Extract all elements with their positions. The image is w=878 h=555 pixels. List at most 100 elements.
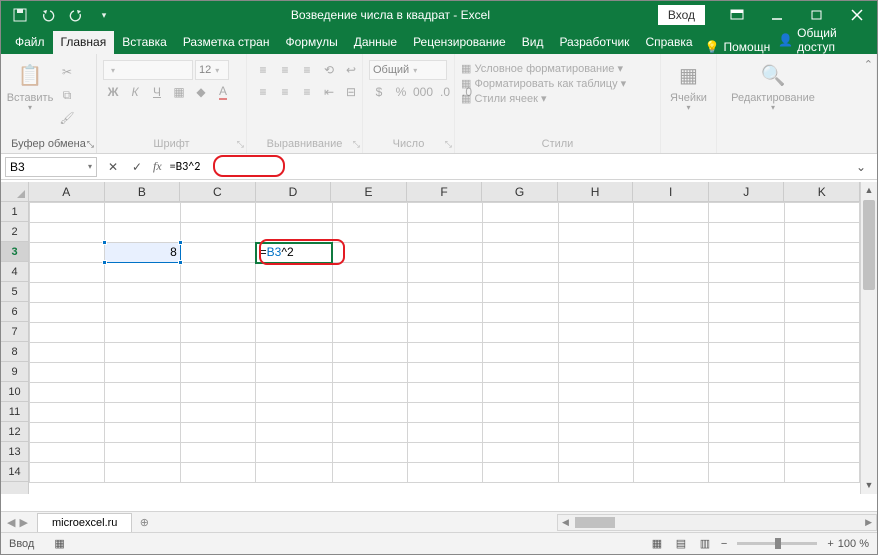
number-format-combo[interactable]: Общий — [369, 60, 447, 80]
col-header[interactable]: B — [105, 182, 181, 201]
bold-button[interactable]: Ж — [103, 82, 123, 102]
row-header[interactable]: 6 — [1, 302, 28, 322]
borders-button[interactable]: ▦ — [169, 82, 189, 102]
sheet-nav[interactable]: ◀▶ — [1, 516, 37, 529]
tab-file[interactable]: Файл — [7, 31, 53, 54]
cell-styles-button[interactable]: ▦ Стили ячеек ▾ — [461, 92, 547, 105]
cell-b3[interactable]: 8 — [105, 243, 181, 263]
row-header[interactable]: 3 — [1, 242, 28, 262]
comma-icon[interactable]: 000 — [413, 82, 433, 102]
currency-icon[interactable]: $ — [369, 82, 389, 102]
vertical-scrollbar[interactable]: ▲▼ — [860, 182, 877, 494]
enter-formula-icon[interactable]: ✓ — [125, 155, 149, 179]
indent-dec-icon[interactable]: ⇤ — [319, 82, 339, 102]
name-box[interactable]: B3 — [5, 157, 97, 177]
tab-home[interactable]: Главная — [53, 31, 115, 54]
tab-insert[interactable]: Вставка — [114, 31, 175, 54]
font-name-combo[interactable] — [103, 60, 193, 80]
tab-formulas[interactable]: Формулы — [277, 31, 345, 54]
zoom-value[interactable]: 100 % — [838, 538, 869, 550]
underline-button[interactable]: Ч — [147, 82, 167, 102]
redo-icon[interactable] — [65, 4, 87, 26]
italic-button[interactable]: К — [125, 82, 145, 102]
tell-me[interactable]: 💡Помощн — [701, 40, 775, 54]
sheet-tab-active[interactable]: microexcel.ru — [37, 513, 132, 533]
row-header[interactable]: 8 — [1, 342, 28, 362]
row-header[interactable]: 11 — [1, 402, 28, 422]
row-header[interactable]: 10 — [1, 382, 28, 402]
normal-view-icon[interactable]: ▦ — [646, 535, 668, 553]
zoom-slider[interactable] — [737, 542, 817, 545]
add-sheet-button[interactable]: ⊕ — [132, 516, 156, 529]
collapse-ribbon-icon[interactable]: ⌃ — [864, 58, 873, 71]
chevron-left-icon[interactable]: ◀ — [7, 516, 15, 529]
cells-area[interactable]: 8 =B3^2 — [29, 202, 860, 494]
select-all-corner[interactable] — [1, 182, 29, 202]
hscroll-left-icon[interactable]: ◀ — [558, 517, 573, 528]
tab-data[interactable]: Данные — [346, 31, 405, 54]
row-header[interactable]: 13 — [1, 442, 28, 462]
conditional-formatting-button[interactable]: ▦ Условное форматирование ▾ — [461, 62, 623, 75]
copy-icon[interactable]: ⧉ — [57, 85, 77, 105]
row-header[interactable]: 5 — [1, 282, 28, 302]
formula-input[interactable] — [166, 157, 849, 177]
tab-view[interactable]: Вид — [514, 31, 552, 54]
undo-icon[interactable] — [37, 4, 59, 26]
row-header[interactable]: 12 — [1, 422, 28, 442]
col-header[interactable]: F — [407, 182, 483, 201]
col-header[interactable]: H — [558, 182, 634, 201]
paste-button[interactable]: 📋 Вставить▾ — [7, 60, 53, 113]
fx-icon[interactable]: fx — [149, 159, 166, 174]
format-as-table-button[interactable]: ▦ Форматировать как таблицу ▾ — [461, 77, 626, 90]
login-button[interactable]: Вход — [658, 5, 705, 25]
tab-page-layout[interactable]: Разметка стран — [175, 31, 278, 54]
tab-review[interactable]: Рецензирование — [405, 31, 514, 54]
tab-developer[interactable]: Разработчик — [551, 31, 637, 54]
tab-help[interactable]: Справка — [637, 31, 700, 54]
inc-decimal-icon[interactable]: .0 — [435, 82, 455, 102]
row-header[interactable]: 2 — [1, 222, 28, 242]
cut-icon[interactable]: ✂ — [57, 62, 77, 82]
chevron-right-icon[interactable]: ▶ — [19, 516, 27, 529]
qat-customize-icon[interactable]: ▾ — [93, 4, 115, 26]
row-header[interactable]: 1 — [1, 202, 28, 222]
merge-icon[interactable]: ⊟ — [341, 82, 361, 102]
close-icon[interactable] — [837, 1, 877, 29]
col-header[interactable]: I — [633, 182, 709, 201]
align-center-icon[interactable]: ≡ — [275, 82, 295, 102]
cancel-formula-icon[interactable]: ✕ — [101, 155, 125, 179]
align-bottom-icon[interactable]: ≡ — [297, 60, 317, 80]
col-header[interactable]: C — [180, 182, 256, 201]
align-top-icon[interactable]: ≡ — [253, 60, 273, 80]
cell-d3-active[interactable]: =B3^2 — [256, 243, 333, 263]
orientation-icon[interactable]: ⟲ — [319, 60, 339, 80]
col-header[interactable]: J — [709, 182, 785, 201]
hscroll-right-icon[interactable]: ▶ — [861, 517, 876, 528]
font-size-combo[interactable]: 12 — [195, 60, 229, 80]
font-color-button[interactable]: А — [213, 82, 233, 102]
wrap-text-icon[interactable]: ↩ — [341, 60, 361, 80]
col-header[interactable]: D — [256, 182, 332, 201]
align-right-icon[interactable]: ≡ — [297, 82, 317, 102]
maximize-icon[interactable] — [797, 1, 837, 29]
cells-button[interactable]: ▦Ячейки▾ — [667, 60, 710, 113]
ribbon-display-icon[interactable] — [717, 1, 757, 29]
row-header[interactable]: 4 — [1, 262, 28, 282]
expand-formula-bar-icon[interactable]: ⌄ — [849, 155, 873, 179]
format-painter-icon[interactable]: 🖌 — [57, 108, 77, 128]
macro-record-icon[interactable]: ▦ — [54, 537, 64, 550]
row-header[interactable]: 7 — [1, 322, 28, 342]
page-layout-view-icon[interactable]: ▤ — [670, 535, 692, 553]
col-header[interactable]: G — [482, 182, 558, 201]
fill-color-button[interactable]: ◆ — [191, 82, 211, 102]
col-header[interactable]: A — [29, 182, 105, 201]
page-break-view-icon[interactable]: ▥ — [694, 535, 716, 553]
hscroll-thumb[interactable] — [575, 517, 615, 528]
editing-button[interactable]: 🔍Редактирование▾ — [723, 60, 823, 113]
col-header[interactable]: E — [331, 182, 407, 201]
col-header[interactable]: K — [784, 182, 860, 201]
save-icon[interactable] — [9, 4, 31, 26]
row-header[interactable]: 14 — [1, 462, 28, 482]
align-left-icon[interactable]: ≡ — [253, 82, 273, 102]
share-button[interactable]: 👤Общий доступ — [774, 26, 871, 54]
